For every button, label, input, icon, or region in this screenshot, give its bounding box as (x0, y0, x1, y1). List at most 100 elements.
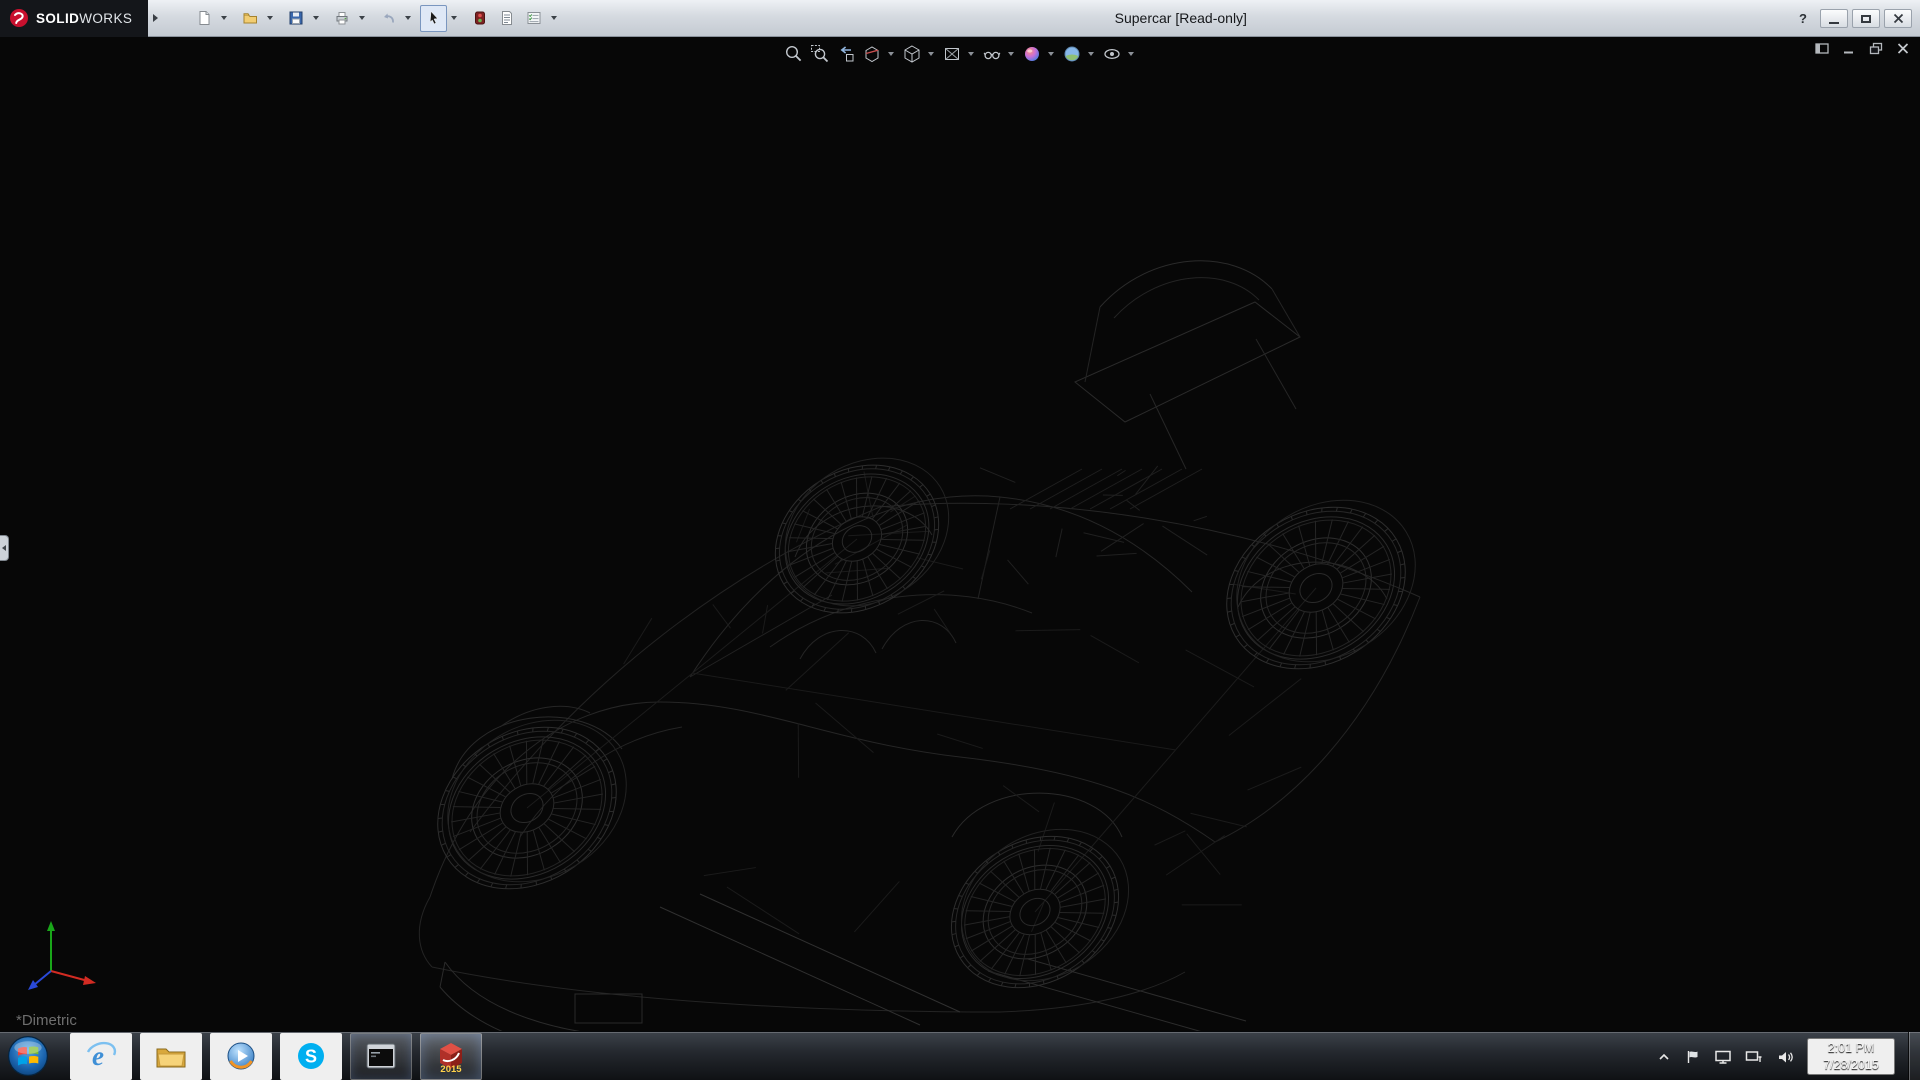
options-button[interactable] (520, 5, 547, 32)
network-button[interactable] (1745, 1049, 1763, 1065)
select-cursor-icon (426, 10, 442, 26)
network-icon (1745, 1049, 1763, 1065)
open-dropdown[interactable] (263, 5, 276, 32)
edit-appearance-dropdown[interactable] (1045, 40, 1056, 67)
windows-taskbar: e S (0, 1031, 1920, 1080)
hide-show-items-dropdown[interactable] (1005, 40, 1016, 67)
help-button[interactable]: ? (1790, 9, 1816, 28)
solidworks-logo: SOLIDWORKS (0, 0, 148, 37)
view-settings-button[interactable] (1099, 40, 1125, 67)
print-icon (334, 10, 350, 26)
undo-dropdown[interactable] (401, 5, 414, 32)
display-style-button[interactable] (939, 40, 965, 67)
view-settings-dropdown[interactable] (1125, 40, 1136, 67)
file-properties-icon (499, 10, 515, 26)
chevron-up-icon (1656, 1050, 1672, 1064)
close-button[interactable] (1884, 9, 1912, 28)
show-desktop-button[interactable] (1908, 1032, 1920, 1080)
console-window-icon (366, 1043, 396, 1069)
apply-scene-icon (1062, 44, 1082, 64)
folder-icon (155, 1043, 187, 1069)
hide-show-items-button[interactable] (979, 40, 1005, 67)
previous-view-button[interactable] (833, 40, 859, 67)
doc-restore-button[interactable] (1869, 42, 1883, 55)
graphics-viewport[interactable]: *Dimetric (0, 37, 1920, 1031)
skype-button[interactable]: S (280, 1033, 342, 1080)
open-button[interactable] (236, 5, 263, 32)
rebuild-button[interactable] (466, 5, 493, 32)
print-dropdown[interactable] (355, 5, 368, 32)
orientation-triad (8, 905, 104, 1005)
open-folder-icon (242, 10, 258, 26)
select-dropdown[interactable] (447, 5, 460, 32)
dock-window-icon (1815, 42, 1829, 55)
options-icon (526, 10, 542, 26)
file-properties-button[interactable] (493, 5, 520, 32)
maximize-icon (1861, 15, 1871, 23)
new-document-dropdown[interactable] (217, 5, 230, 32)
dock-window-button[interactable] (1815, 42, 1829, 55)
tray-expand-button[interactable] (1656, 1050, 1672, 1064)
doc-close-button[interactable] (1896, 42, 1910, 55)
panel-collapse-tab[interactable] (0, 535, 9, 561)
solidworks-window: SOLIDWORKS (0, 0, 1920, 1080)
zoom-to-fit-icon (784, 44, 804, 64)
print-button[interactable] (328, 5, 355, 32)
select-button[interactable] (420, 5, 447, 32)
apply-scene-button[interactable] (1059, 40, 1085, 67)
zoom-to-fit-button[interactable] (781, 40, 807, 67)
solidworks-taskbar-button[interactable]: 2015 (420, 1033, 482, 1080)
section-view-button[interactable] (859, 40, 885, 67)
edit-appearance-icon (1022, 44, 1042, 64)
volume-button[interactable] (1776, 1049, 1794, 1065)
taskbar-apps: e S (70, 1033, 482, 1080)
3ds-logo-icon (9, 8, 29, 28)
brand-light: WORKS (79, 11, 132, 26)
svg-text:S: S (305, 1047, 317, 1067)
options-dropdown[interactable] (547, 5, 560, 32)
edit-appearance-button[interactable] (1019, 40, 1045, 67)
undo-icon (380, 10, 396, 26)
console-window-button[interactable] (350, 1033, 412, 1080)
new-document-button[interactable] (190, 5, 217, 32)
solidworks-year-badge: 2015 (440, 1064, 462, 1073)
speaker-icon (1776, 1049, 1794, 1065)
minimize-button[interactable] (1820, 9, 1848, 28)
close-icon (1893, 13, 1904, 24)
save-icon (288, 10, 304, 26)
rebuild-icon (472, 10, 488, 26)
display-style-dropdown[interactable] (965, 40, 976, 67)
toolbar-flyout-arrow[interactable] (148, 5, 162, 31)
hide-show-items-icon (982, 44, 1002, 64)
windows-explorer-button[interactable] (140, 1033, 202, 1080)
display-settings-button[interactable] (1714, 1049, 1732, 1065)
internet-explorer-button[interactable]: e (70, 1033, 132, 1080)
app-titlebar: SOLIDWORKS (0, 0, 1920, 37)
maximize-button[interactable] (1852, 9, 1880, 28)
doc-restore-icon (1869, 42, 1883, 55)
brand-text: SOLIDWORKS (36, 11, 132, 26)
media-player-button[interactable] (210, 1033, 272, 1080)
view-orientation-dropdown[interactable] (925, 40, 936, 67)
apply-scene-dropdown[interactable] (1085, 40, 1096, 67)
wireframe-model (0, 37, 1920, 1031)
start-button[interactable] (5, 1034, 50, 1079)
media-player-icon (226, 1041, 256, 1071)
headsup-view-toolbar (781, 40, 1139, 67)
flag-icon (1685, 1049, 1701, 1065)
previous-view-icon (836, 44, 856, 64)
window-controls: ? (1790, 0, 1912, 37)
zoom-to-area-button[interactable] (807, 40, 833, 67)
undo-button[interactable] (374, 5, 401, 32)
taskbar-clock[interactable]: 2:01 PM 7/28/2015 (1807, 1038, 1895, 1076)
window-title: Supercar [Read-only] (1115, 10, 1247, 26)
save-dropdown[interactable] (309, 5, 322, 32)
save-button[interactable] (282, 5, 309, 32)
section-view-dropdown[interactable] (885, 40, 896, 67)
action-center-button[interactable] (1685, 1049, 1701, 1065)
section-view-icon (862, 44, 882, 64)
display-style-icon (942, 44, 962, 64)
view-orientation-button[interactable] (899, 40, 925, 67)
document-window-controls (1815, 42, 1910, 55)
doc-minimize-button[interactable] (1842, 42, 1856, 55)
